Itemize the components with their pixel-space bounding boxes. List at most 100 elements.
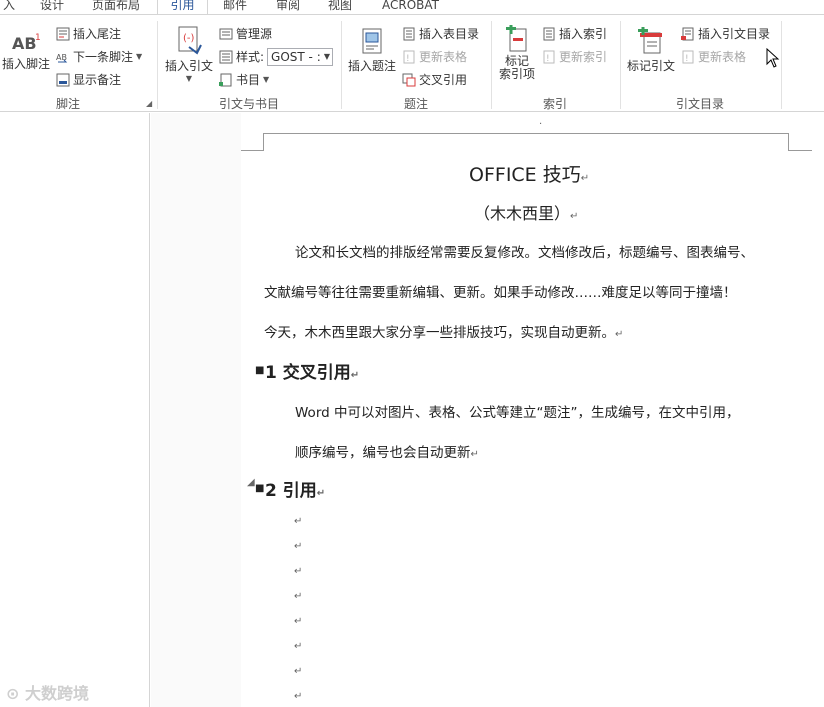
update-toa-button[interactable]: ! 更新表格: [681, 47, 746, 67]
group-divider: [157, 21, 158, 109]
update-table-button[interactable]: ! 更新表格: [402, 47, 467, 67]
document-canvas: · OFFICE 技巧↵ （木木西里）↵ 论文和长文档的排版经常需要反复修改。文…: [151, 113, 824, 707]
chevron-down-icon[interactable]: ▼: [163, 74, 215, 83]
cross-reference-icon: [402, 73, 416, 87]
mark-entry-label-line2: 索引项: [498, 67, 535, 81]
svg-text:!: !: [406, 54, 410, 64]
group-divider: [620, 21, 621, 109]
heading-2: 2 引用↵: [265, 481, 326, 501]
dialog-launcher-icon[interactable]: ◢: [146, 99, 152, 108]
table-of-figures-icon: [403, 27, 415, 41]
crop-mark: [263, 133, 264, 151]
insert-caption-icon: [362, 28, 382, 54]
svg-text:!: !: [685, 54, 689, 64]
next-footnote-label: 下一条脚注: [73, 50, 134, 64]
style-icon: [219, 50, 233, 64]
tab-insert-partial[interactable]: 入: [3, 0, 15, 14]
captions-group-label: 题注: [404, 97, 429, 111]
insert-toa-button[interactable]: 插入引文目录: [681, 24, 770, 44]
update-index-icon: !: [543, 50, 555, 64]
manage-sources-icon: [219, 28, 233, 40]
bibliography-icon: [219, 73, 232, 87]
empty-paragraph-mark: ↵: [294, 591, 303, 602]
paragraph-1-line-1: 论文和长文档的排版经常需要反复修改。文档修改后，标题编号、图表编号、: [295, 245, 754, 261]
group-divider: [781, 21, 782, 109]
insert-toa-icon: [681, 27, 694, 41]
insert-caption-button[interactable]: 插入题注: [346, 27, 398, 74]
insert-citation-icon: (-): [178, 26, 202, 55]
endnote-icon: [56, 27, 70, 41]
citations-group-label: 引文与书目: [219, 97, 280, 111]
heading-bullet: ■: [255, 483, 265, 494]
insert-citation-button[interactable]: (-) 插入引文 ▼: [163, 25, 215, 83]
empty-paragraph-mark: ↵: [294, 641, 303, 652]
next-footnote-button[interactable]: AB 下一条脚注 ▼: [56, 47, 142, 67]
insert-footnote-button[interactable]: AB 1 插入脚注: [1, 31, 51, 72]
navigation-pane: [0, 113, 150, 707]
citation-style-select[interactable]: GOST - : ▼: [267, 48, 334, 66]
paragraph-1-line-2: 文献编号等往往需要重新编辑、更新。如果手动修改……难度足以等同于撞墙！: [264, 285, 737, 301]
paragraph-2-line-2: 顺序编号，编号也会自动更新↵: [295, 445, 479, 461]
update-table-label: 更新表格: [419, 50, 468, 64]
empty-paragraph-mark: ↵: [294, 516, 303, 527]
collapse-triangle-icon[interactable]: ◢: [247, 477, 255, 488]
manage-sources-label: 管理源: [236, 27, 273, 41]
insert-endnote-button[interactable]: 插入尾注: [56, 24, 121, 44]
group-divider: [491, 21, 492, 109]
mark-citation-button[interactable]: 标记引文: [625, 27, 677, 74]
update-toa-icon: !: [682, 50, 694, 64]
tab-references[interactable]: 引用: [157, 0, 208, 14]
cross-reference-button[interactable]: 交叉引用: [402, 70, 467, 90]
footnote-icon: AB 1: [12, 33, 41, 53]
toa-group-label: 引文目录: [676, 97, 725, 111]
tab-view[interactable]: 视图: [328, 0, 352, 14]
next-footnote-icon: AB: [56, 53, 68, 63]
empty-paragraph-mark: ↵: [294, 691, 303, 702]
insert-index-button[interactable]: 插入索引: [542, 24, 607, 44]
mark-entry-button[interactable]: 标记 索引项: [496, 25, 538, 81]
show-notes-button[interactable]: 显示备注: [56, 70, 121, 90]
insert-table-of-figures-label: 插入表目录: [419, 27, 480, 41]
header-line: [263, 133, 788, 134]
tab-page-layout[interactable]: 页面布局: [92, 0, 140, 14]
citation-style-value: GOST - :: [271, 50, 321, 64]
bibliography-button[interactable]: 书目 ▼: [219, 70, 269, 90]
style-label: 样式:: [236, 50, 265, 64]
ribbon-tabs: 入 设计 页面布局 引用 邮件 审阅 视图 ACROBAT: [0, 0, 824, 14]
tab-mailings[interactable]: 邮件: [223, 0, 247, 14]
chevron-down-icon[interactable]: ▼: [136, 47, 142, 67]
document-title: OFFICE 技巧↵: [469, 164, 590, 186]
insert-endnote-label: 插入尾注: [73, 27, 122, 41]
svg-text:(-): (-): [183, 33, 195, 44]
ribbon: AB 1 插入脚注 插入尾注 AB 下一条脚注 ▼ 显示备注 脚注 ◢ (-) …: [0, 14, 824, 112]
heading-bullet: ■: [255, 365, 265, 376]
insert-table-of-figures-button[interactable]: 插入表目录: [402, 24, 479, 44]
svg-text:AB: AB: [12, 34, 37, 53]
paragraph-mark: ·: [539, 119, 543, 130]
empty-paragraph-mark: ↵: [294, 541, 303, 552]
mark-entry-icon: [506, 25, 527, 52]
insert-toa-label: 插入引文目录: [698, 27, 771, 41]
show-notes-label: 显示备注: [73, 73, 122, 87]
citation-style-control: 样式: GOST - : ▼: [219, 47, 334, 67]
index-group-label: 索引: [543, 97, 568, 111]
insert-caption-label: 插入题注: [347, 59, 396, 73]
update-index-button[interactable]: ! 更新索引: [542, 47, 607, 67]
tab-review[interactable]: 审阅: [276, 0, 300, 14]
bibliography-label: 书目: [236, 73, 261, 87]
watermark: ⊙ 大数跨境: [6, 684, 89, 703]
document-page[interactable]: · OFFICE 技巧↵ （木木西里）↵ 论文和长文档的排版经常需要反复修改。文…: [241, 113, 824, 707]
mark-entry-label: 标记: [504, 54, 529, 68]
insert-index-label: 插入索引: [559, 27, 608, 41]
empty-paragraph-mark: ↵: [294, 566, 303, 577]
mark-citation-label: 标记引文: [626, 59, 675, 73]
tab-acrobat[interactable]: ACROBAT: [382, 0, 439, 14]
chevron-down-icon[interactable]: ▼: [263, 70, 269, 90]
insert-index-icon: [543, 27, 555, 41]
tab-design[interactable]: 设计: [40, 0, 64, 14]
update-toa-label: 更新表格: [698, 50, 747, 64]
insert-footnote-label: 插入脚注: [1, 57, 50, 71]
manage-sources-button[interactable]: 管理源: [219, 24, 272, 44]
update-index-label: 更新索引: [559, 50, 608, 64]
paragraph-1-line-3: 今天，木木西里跟大家分享一些排版技巧，实现自动更新。↵: [264, 325, 624, 341]
